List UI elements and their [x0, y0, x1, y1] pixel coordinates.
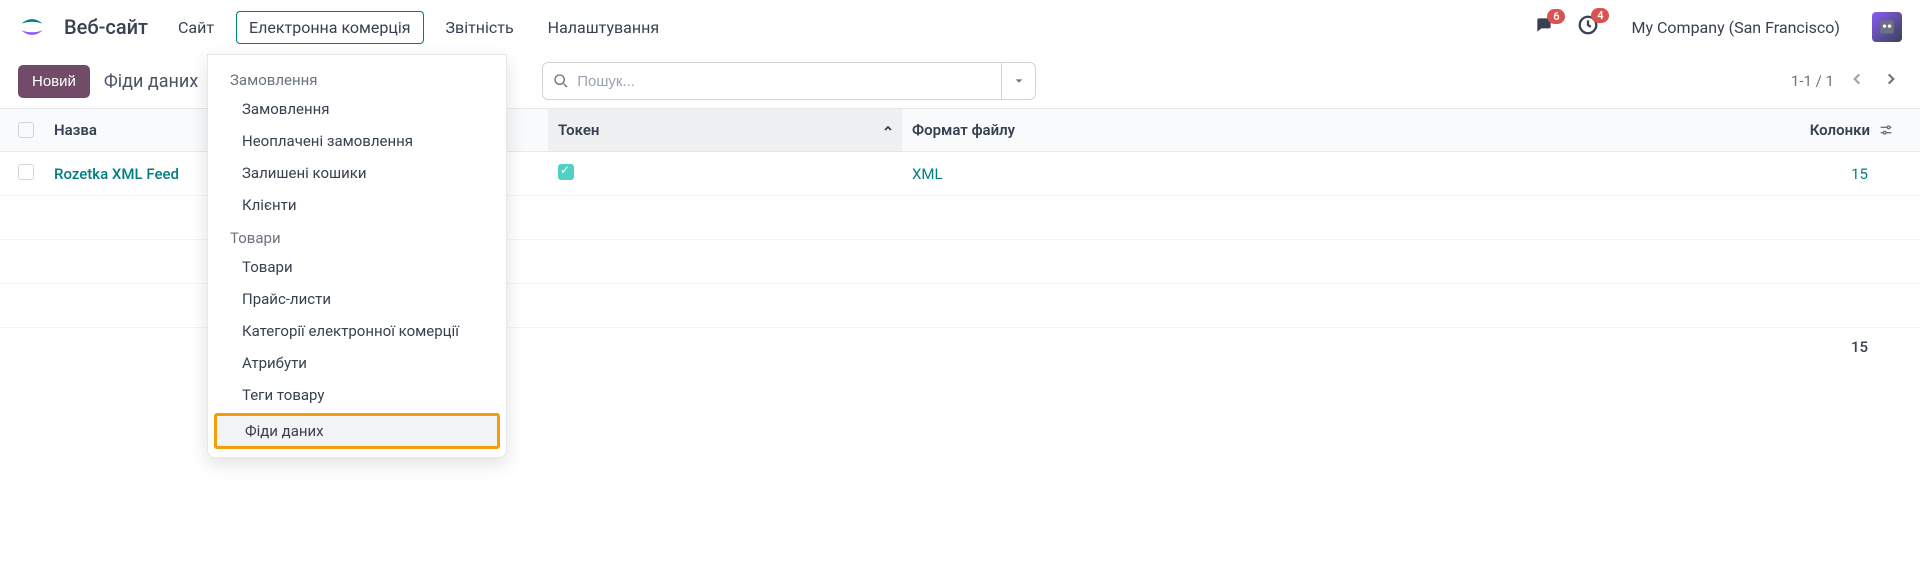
sliders-icon: [1878, 122, 1894, 138]
breadcrumb: Фіди даних: [104, 71, 198, 92]
company-label[interactable]: My Company (San Francisco): [1631, 18, 1840, 37]
row-cols: 15: [1851, 165, 1902, 183]
dropdown-item-products[interactable]: Товари: [208, 251, 506, 283]
dropdown-section-orders: Замовлення: [208, 63, 506, 93]
row-checkbox[interactable]: [18, 164, 34, 180]
brand-title: Веб-сайт: [64, 15, 148, 39]
chat-icon[interactable]: 6: [1533, 15, 1555, 39]
nav-settings[interactable]: Налаштування: [536, 12, 671, 43]
pager-next[interactable]: [1880, 68, 1902, 94]
row-format: XML: [902, 165, 1422, 183]
th-format[interactable]: Формат файлу: [902, 121, 1422, 139]
th-token[interactable]: Токен: [548, 109, 902, 151]
footer-total: 15: [1851, 338, 1902, 356]
dropdown-item-unpaid[interactable]: Неоплачені замовлення: [208, 125, 506, 157]
search-box[interactable]: [542, 62, 1002, 100]
avatar[interactable]: [1872, 12, 1902, 42]
pager-prev[interactable]: [1846, 68, 1868, 94]
th-columns[interactable]: Колонки: [1810, 121, 1878, 139]
pager: 1-1 / 1: [1791, 68, 1902, 94]
dropdown-item-attributes[interactable]: Атрибути: [208, 347, 506, 379]
dropdown-item-tags[interactable]: Теги товару: [208, 379, 506, 411]
logo-icon: [18, 13, 46, 41]
chevron-right-icon: [1884, 72, 1898, 86]
dropdown-item-orders[interactable]: Замовлення: [208, 93, 506, 125]
row-token: [548, 164, 902, 184]
th-checkbox: [18, 122, 54, 138]
activity-badge: 4: [1591, 8, 1609, 23]
topbar: Веб-сайт Сайт Електронна комерція Звітні…: [0, 0, 1920, 54]
th-column-options[interactable]: [1878, 122, 1902, 138]
header-icons: 6 4 My Company (San Francisco): [1533, 12, 1902, 42]
nav: Сайт Електронна комерція Звітність Налаш…: [166, 11, 671, 44]
dropdown-item-feeds[interactable]: Фіди даних: [214, 413, 500, 449]
select-all-checkbox[interactable]: [18, 122, 34, 138]
dropdown-item-pricelists[interactable]: Прайс-листи: [208, 283, 506, 315]
row-checkbox-cell: [18, 164, 54, 184]
dropdown-item-abandoned[interactable]: Залишені кошики: [208, 157, 506, 189]
dropdown-item-customers[interactable]: Клієнти: [208, 189, 506, 221]
nav-reporting[interactable]: Звітність: [434, 12, 526, 43]
th-token-label: Токен: [558, 121, 599, 139]
search-wrap: [542, 62, 1036, 100]
new-button[interactable]: Новий: [18, 65, 90, 98]
ecommerce-dropdown: Замовлення Замовлення Неоплачені замовле…: [207, 54, 507, 458]
activity-icon[interactable]: 4: [1577, 14, 1599, 40]
search-input[interactable]: [577, 73, 991, 90]
dropdown-section-products: Товари: [208, 221, 506, 251]
nav-site[interactable]: Сайт: [166, 12, 226, 43]
search-dropdown-toggle[interactable]: [1002, 62, 1036, 100]
chevron-left-icon: [1850, 72, 1864, 86]
chevron-down-icon: [1014, 76, 1024, 86]
search-icon: [553, 73, 569, 89]
sort-asc-icon: [882, 121, 894, 139]
token-checked-icon: [558, 164, 574, 180]
pager-text: 1-1 / 1: [1791, 72, 1834, 90]
nav-ecommerce[interactable]: Електронна комерція: [236, 11, 424, 44]
chat-badge: 6: [1547, 9, 1565, 24]
dropdown-item-categories[interactable]: Категорії електронної комерції: [208, 315, 506, 347]
